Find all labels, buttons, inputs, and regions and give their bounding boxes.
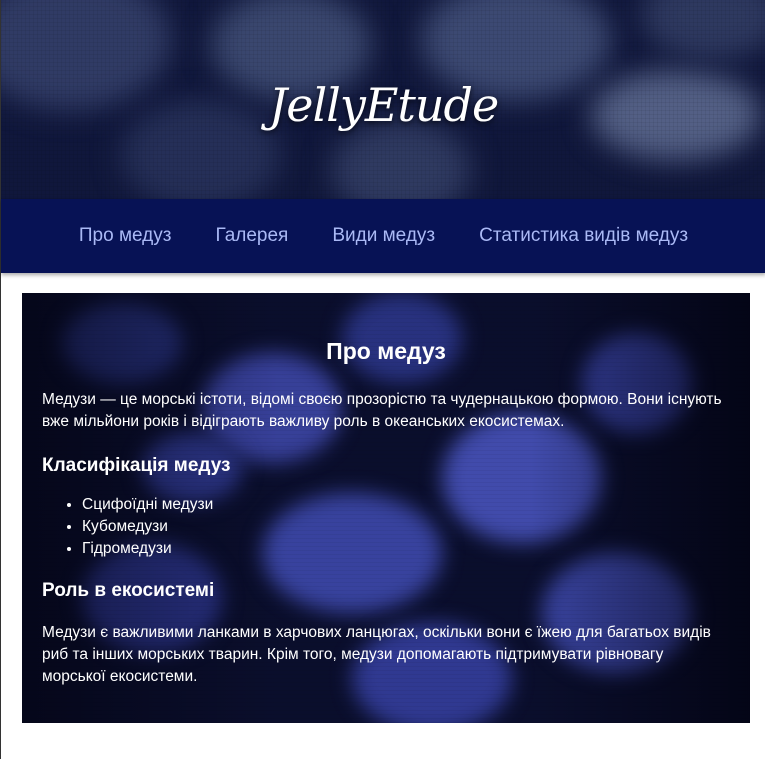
hero-header: JellyEtude xyxy=(1,0,765,199)
section-title: Про медуз xyxy=(326,338,446,364)
intro-paragraph: Медузи — це морські істоти, відомі своєю… xyxy=(42,391,722,430)
ecosystem-paragraph: Медузи є важливими ланками в харчових ла… xyxy=(42,624,711,685)
classification-heading: Класифікація медуз xyxy=(42,455,231,476)
site-logo[interactable]: JellyEtude xyxy=(1,78,765,132)
list-item: Кубомедузи xyxy=(82,516,730,538)
ecosystem-heading: Роль в екосистемі xyxy=(42,580,215,601)
about-section: Про медуз Медузи — це морські істоти, ві… xyxy=(22,293,750,723)
section-content: Про медуз Медузи — це морські істоти, ві… xyxy=(22,293,750,688)
list-item: Сцифоїдні медузи xyxy=(82,494,730,516)
list-item: Гідромедузи xyxy=(82,538,730,560)
nav-item-statistics[interactable]: Статистика видів медуз xyxy=(479,225,688,247)
nav-item-gallery[interactable]: Галерея xyxy=(215,225,288,247)
page: JellyEtude Про медуз Галерея Види медуз … xyxy=(0,0,765,759)
classification-list: Сцифоїдні медузи Кубомедузи Гідромедузи xyxy=(42,494,730,560)
nav-item-about[interactable]: Про медуз xyxy=(79,225,172,247)
nav-item-species[interactable]: Види медуз xyxy=(332,225,435,247)
main-nav: Про медуз Галерея Види медуз Статистика … xyxy=(1,199,765,273)
